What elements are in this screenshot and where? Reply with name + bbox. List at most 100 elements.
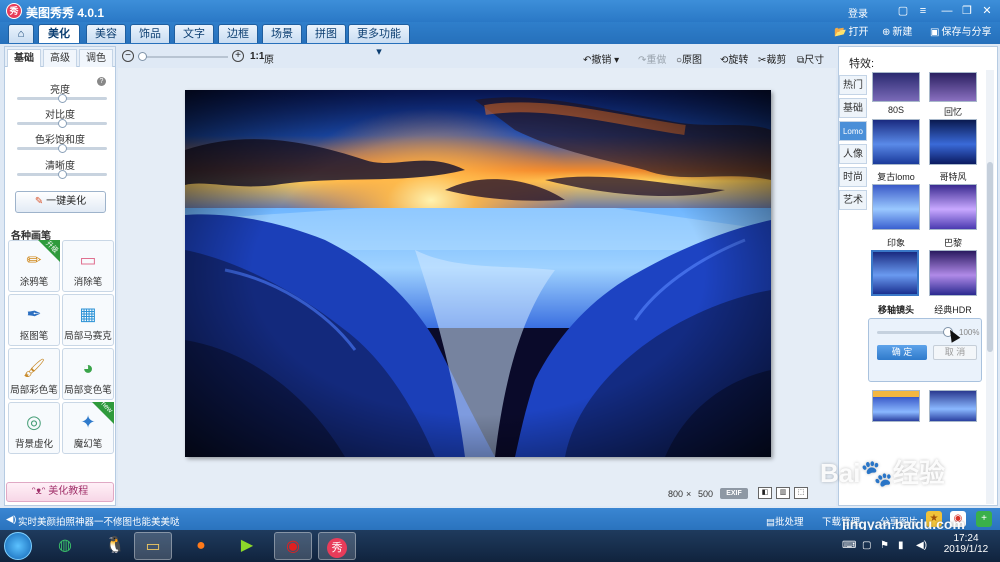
local-recolor-brush-button[interactable]: ◕ 局部变色笔 xyxy=(62,348,114,400)
taskbar-recorder-icon[interactable]: ◉ xyxy=(274,532,312,560)
crop-button[interactable]: ✂裁剪 xyxy=(758,51,786,66)
zoom-in-icon[interactable]: + xyxy=(232,50,244,62)
login-link[interactable]: 登录 xyxy=(848,5,868,20)
taskbar-360-icon[interactable]: ◍ xyxy=(46,532,84,560)
effect-more-1-thumb[interactable] xyxy=(872,390,920,422)
subtab-advanced[interactable]: 高级 xyxy=(43,49,77,67)
subtab-basic[interactable]: 基础 xyxy=(7,49,41,67)
open-button[interactable]: 📂 打开 xyxy=(834,26,868,40)
tab-cosmetic[interactable]: 美容 xyxy=(86,24,126,43)
redo-button[interactable]: ↷重做 xyxy=(638,51,666,66)
effect-classic-hdr-thumb[interactable] xyxy=(929,250,977,296)
effect-80s-thumb[interactable] xyxy=(872,72,920,102)
contrast-slider-knob[interactable] xyxy=(57,119,67,128)
tray-flag-icon[interactable]: ⚑ xyxy=(880,540,889,551)
add-icon[interactable]: + xyxy=(976,511,992,527)
zoom-slider[interactable] xyxy=(138,52,228,61)
effects-category-lomo[interactable]: Lomo xyxy=(839,121,867,141)
tab-frames[interactable]: 边框 xyxy=(218,24,258,43)
split-view-icon[interactable]: ▥ xyxy=(776,487,790,499)
subtab-color[interactable]: 调色 xyxy=(79,49,113,67)
menu-icon[interactable]: ≡ xyxy=(914,3,932,19)
tray-network-icon[interactable]: ▮ xyxy=(898,540,904,551)
confirm-button[interactable]: 确 定 xyxy=(877,345,927,360)
edited-photo[interactable] xyxy=(185,90,771,457)
tab-decorations[interactable]: 饰品 xyxy=(130,24,170,43)
background-blur-button[interactable]: ◎ 背景虚化 xyxy=(8,402,60,454)
taskbar-clock[interactable]: 17:24 2019/1/12 xyxy=(936,533,996,555)
app-title: 美图秀秀 4.0.1 xyxy=(26,6,105,20)
saturation-slider[interactable] xyxy=(17,144,107,153)
tray-display-icon[interactable]: ▢ xyxy=(862,540,871,551)
maximize-button[interactable]: ❐ xyxy=(958,3,976,19)
brightness-slider[interactable] xyxy=(17,94,107,103)
effect-strength-slider[interactable] xyxy=(877,331,953,334)
effect-memory-thumb[interactable] xyxy=(929,72,977,102)
tab-beautify[interactable]: 美化 xyxy=(38,24,80,43)
effects-category-fashion[interactable]: 时尚 xyxy=(839,167,867,187)
sharpness-slider-knob[interactable] xyxy=(57,170,67,179)
start-button[interactable] xyxy=(4,532,32,560)
effect-more-2-thumb[interactable] xyxy=(929,390,977,422)
effects-category-portrait[interactable]: 人像 xyxy=(839,144,867,164)
tab-text[interactable]: 文字 xyxy=(174,24,214,43)
menu-bar: ⌂ 美化 美容 饰品 文字 边框 场景 拼图 更多功能 ▾ 📂 打开 ⊕ 新建 ▣ 保… xyxy=(0,22,1000,58)
new-button[interactable]: ⊕ 新建 xyxy=(882,26,912,40)
effect-memory-label: 回忆 xyxy=(943,107,962,117)
tab-more-features[interactable]: 更多功能 ▾ xyxy=(348,24,410,58)
promo-text[interactable]: 实时美颜拍照神器一不修图也能美美哒 xyxy=(18,514,180,528)
sharpness-slider[interactable] xyxy=(17,170,107,179)
tab-scenes[interactable]: 场景 xyxy=(262,24,302,43)
feedback-icon[interactable]: ▢ xyxy=(894,3,912,19)
one-key-beautify-button[interactable]: ✎ 一键美化 xyxy=(15,191,106,213)
effects-category-basic[interactable]: 基础 xyxy=(839,98,867,118)
effects-category-art[interactable]: 艺术 xyxy=(839,190,867,210)
taskbar-firefox-icon[interactable]: ● xyxy=(182,532,220,560)
taskbar-qq-icon[interactable]: 🐧 xyxy=(96,532,134,560)
taskbar-meitu-icon[interactable]: 秀 xyxy=(318,532,356,560)
effect-retro-lomo-thumb[interactable] xyxy=(872,119,920,165)
taskbar-explorer-icon[interactable]: ▭ xyxy=(134,532,172,560)
cancel-button[interactable]: 取 消 xyxy=(933,345,977,360)
resize-button[interactable]: ⧉尺寸 xyxy=(797,51,824,66)
tab-collage[interactable]: 拼图 xyxy=(306,24,346,43)
undo-button[interactable]: ↶撤销 ▾ xyxy=(583,51,619,66)
zoom-slider-knob[interactable] xyxy=(138,52,147,61)
baidu-jingyan-watermark: Bai🐾经验 xyxy=(820,458,945,488)
image-width: 800 xyxy=(668,489,684,499)
effects-scrollbar[interactable] xyxy=(986,70,994,504)
paint-bucket-icon: ◕ xyxy=(82,358,94,378)
exif-button[interactable]: EXIF xyxy=(720,488,748,499)
fullscreen-icon[interactable]: ⬚ xyxy=(794,487,808,499)
home-tab[interactable]: ⌂ xyxy=(8,24,34,43)
effect-paris-thumb[interactable] xyxy=(929,184,977,230)
minimize-button[interactable]: — xyxy=(938,3,956,19)
magic-brush-button[interactable]: ✦ 魔幻笔 new xyxy=(62,400,114,454)
effect-tilt-shift-thumb[interactable] xyxy=(871,250,919,296)
eraser-brush-button[interactable]: ▭ 消除笔 xyxy=(62,240,114,292)
close-button[interactable]: ✕ xyxy=(978,3,996,19)
zoom-out-icon[interactable]: − xyxy=(122,50,134,62)
effects-category-hot[interactable]: 热门 xyxy=(839,75,867,95)
effect-impression-thumb[interactable] xyxy=(872,184,920,230)
zoom-ratio-button[interactable]: 1:1 xyxy=(250,51,264,62)
compare-view-icon[interactable]: ◧ xyxy=(758,487,772,499)
original-image-button[interactable]: ○原图 xyxy=(676,51,702,66)
tray-volume-icon[interactable]: ◀) xyxy=(916,540,927,551)
beautify-tutorial-button[interactable]: ᵔᴥᵔ 美化教程 xyxy=(6,482,114,502)
saturation-slider-knob[interactable] xyxy=(57,144,67,153)
mosaic-brush-button[interactable]: ▦ 局部马赛克 xyxy=(62,294,114,346)
effect-gothic-thumb[interactable] xyxy=(929,119,977,165)
taskbar-media-icon[interactable]: ▶ xyxy=(228,532,266,560)
local-color-brush-button[interactable]: 🖌 局部彩色笔 xyxy=(8,348,60,400)
save-share-button[interactable]: ▣ 保存与分享 xyxy=(930,26,991,40)
effect-tilt-shift-label: 移轴镜头 xyxy=(877,305,914,315)
doodle-brush-button[interactable]: ✏ 涂鸦笔 升级 xyxy=(8,240,60,292)
cutout-brush-button[interactable]: ✒ 抠图笔 xyxy=(8,294,60,346)
effects-scrollbar-thumb[interactable] xyxy=(987,162,993,352)
contrast-slider[interactable] xyxy=(17,119,107,128)
batch-process-button[interactable]: ▤批处理 xyxy=(766,514,804,528)
brightness-slider-knob[interactable] xyxy=(57,94,67,103)
tray-keyboard-icon[interactable]: ⌨ xyxy=(842,540,856,551)
rotate-button[interactable]: ⟲旋转 xyxy=(720,51,748,66)
